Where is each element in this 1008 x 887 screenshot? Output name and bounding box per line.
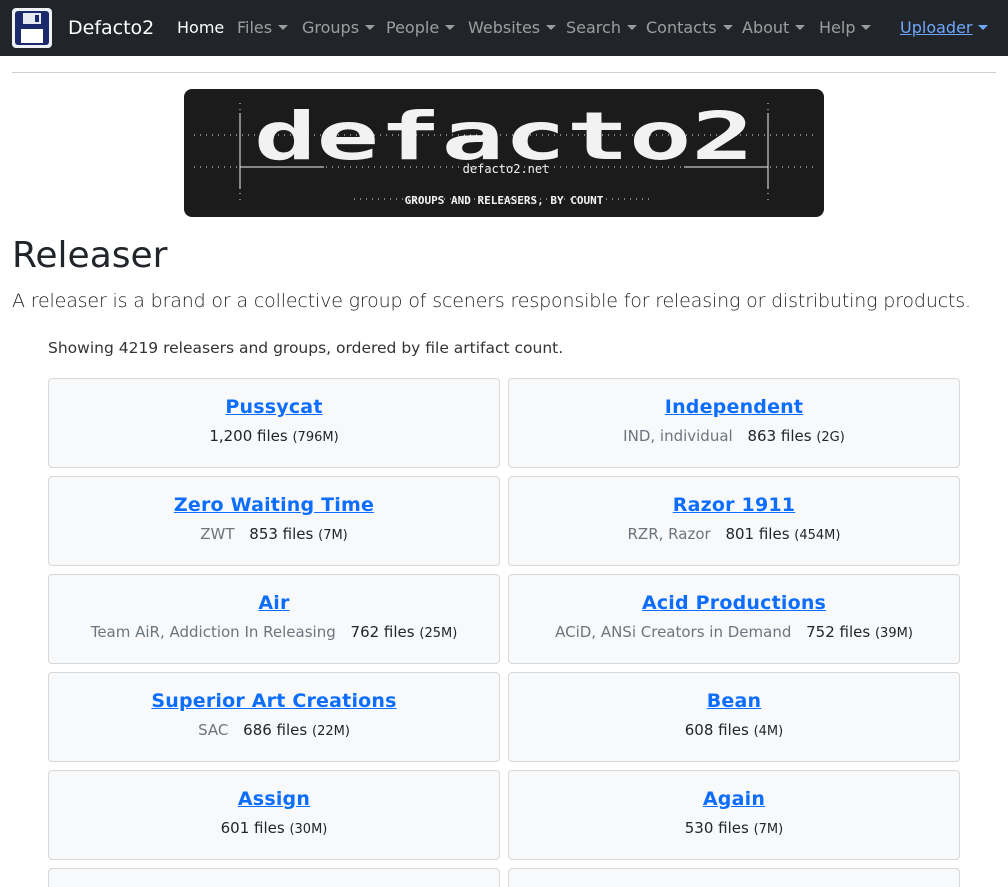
releaser-alias: ACiD, ANSi Creators in Demand <box>555 623 792 641</box>
releaser-meta: RZR, Razor 801 files (454M) <box>509 524 959 546</box>
divider <box>12 72 996 73</box>
banner-subtitle: GROUPS AND RELEASERS, BY COUNT <box>405 194 604 207</box>
releaser-card: Acid Productions ACiD, ANSi Creators in … <box>508 574 960 664</box>
releaser-alias: RZR, Razor <box>627 525 711 543</box>
nav-groups[interactable]: Groups <box>302 17 376 39</box>
file-count: 1,200 files <box>209 427 288 445</box>
releaser-meta: 601 files (30M) <box>49 818 499 840</box>
banner-url: defacto2.net <box>463 162 550 176</box>
releaser-alias: SAC <box>198 721 229 739</box>
chevron-down-icon <box>445 25 456 30</box>
chevron-down-icon <box>795 25 806 30</box>
chevron-down-icon <box>278 25 289 30</box>
nav-websites[interactable]: Websites <box>468 17 557 39</box>
releaser-meta: ZWT 853 files (7M) <box>49 524 499 546</box>
nav-search-label: Search <box>566 18 621 37</box>
releaser-link[interactable]: Razor 1911 <box>509 493 959 517</box>
file-size: (4M) <box>753 724 784 739</box>
file-size: (30M) <box>289 822 328 837</box>
releaser-meta: 608 files (4M) <box>509 720 959 742</box>
releaser-alias: ZWT <box>200 525 235 543</box>
file-count: 608 files <box>684 721 749 739</box>
releaser-card <box>48 868 500 887</box>
file-count: 801 files <box>725 525 790 543</box>
chevron-down-icon <box>861 25 872 30</box>
releaser-link[interactable]: Pussycat <box>49 395 499 419</box>
releaser-link[interactable]: Bean <box>509 689 959 713</box>
releaser-meta: SAC 686 files (22M) <box>49 720 499 742</box>
file-size: (796M) <box>292 430 339 445</box>
file-count: 863 files <box>747 427 812 445</box>
releaser-card: Air Team AiR, Addiction In Releasing 762… <box>48 574 500 664</box>
releaser-card: Razor 1911 RZR, Razor 801 files (454M) <box>508 476 960 566</box>
file-size: (7M) <box>318 528 348 543</box>
file-size: (2G) <box>816 430 845 445</box>
releaser-link[interactable]: Zero Waiting Time <box>49 493 499 517</box>
releaser-meta: ACiD, ANSi Creators in Demand 752 files … <box>509 622 959 644</box>
chevron-down-icon <box>626 25 637 30</box>
nav-people[interactable]: People <box>386 17 456 39</box>
file-count: 530 files <box>684 819 749 837</box>
releaser-alias: IND, individual <box>623 427 733 445</box>
file-size: (25M) <box>419 626 458 641</box>
nav-help[interactable]: Help <box>819 17 872 39</box>
nav-contacts-label: Contacts <box>646 18 717 37</box>
nav-help-label: Help <box>819 18 856 37</box>
releaser-link[interactable]: Acid Productions <box>509 591 959 615</box>
nav-groups-label: Groups <box>302 18 360 37</box>
releaser-link[interactable]: Again <box>509 787 959 811</box>
file-count: 686 files <box>243 721 308 739</box>
page-banner: defacto2 defacto2.net GROUPS AND RELEASE… <box>184 89 824 217</box>
nav-files[interactable]: Files <box>237 17 289 39</box>
file-count: 601 files <box>220 819 285 837</box>
file-size: (22M) <box>312 724 350 739</box>
releaser-link[interactable]: Independent <box>509 395 959 419</box>
file-size: (39M) <box>874 626 913 641</box>
releaser-card: Superior Art Creations SAC 686 files (22… <box>48 672 500 762</box>
file-count: 762 files <box>350 623 415 641</box>
releaser-alias: Team AiR, Addiction In Releasing <box>90 623 336 641</box>
releaser-link[interactable]: Superior Art Creations <box>49 689 499 713</box>
releaser-link[interactable]: Air <box>49 591 499 615</box>
nav-uploader[interactable]: Uploader <box>900 17 989 39</box>
nav-files-label: Files <box>237 18 273 37</box>
nav-websites-label: Websites <box>468 18 541 37</box>
result-count: Showing 4219 releasers and groups, order… <box>48 339 564 357</box>
navbar: Defacto2 Home Files Groups People Websit… <box>0 0 1008 56</box>
releaser-card: Again 530 files (7M) <box>508 770 960 860</box>
releaser-card <box>508 868 960 887</box>
file-size: (454M) <box>794 528 841 543</box>
releaser-meta: Team AiR, Addiction In Releasing 762 fil… <box>49 622 499 644</box>
nav-search[interactable]: Search <box>566 17 637 39</box>
chevron-down-icon <box>722 25 733 30</box>
nav-about-label: About <box>742 18 790 37</box>
page-lead: A releaser is a brand or a collective gr… <box>12 290 971 312</box>
releaser-card: Bean 608 files (4M) <box>508 672 960 762</box>
brand-name[interactable]: Defacto2 <box>68 16 154 40</box>
file-count: 853 files <box>249 525 314 543</box>
page-title: Releaser <box>12 235 168 276</box>
file-size: (7M) <box>753 822 784 837</box>
nav-about[interactable]: About <box>742 17 806 39</box>
releaser-card: Independent IND, individual 863 files (2… <box>508 378 960 468</box>
releaser-link[interactable]: Assign <box>49 787 499 811</box>
file-count: 752 files <box>806 623 871 641</box>
releaser-card: Assign 601 files (30M) <box>48 770 500 860</box>
chevron-down-icon <box>978 25 989 30</box>
releaser-meta: IND, individual 863 files (2G) <box>509 426 959 448</box>
nav-people-label: People <box>386 18 440 37</box>
nav-home[interactable]: Home <box>177 17 224 39</box>
nav-uploader-label: Uploader <box>900 18 973 37</box>
releaser-card: Zero Waiting Time ZWT 853 files (7M) <box>48 476 500 566</box>
releaser-card: Pussycat 1,200 files (796M) <box>48 378 500 468</box>
floppy-disk-icon[interactable] <box>12 8 52 48</box>
chevron-down-icon <box>546 25 557 30</box>
releaser-meta: 530 files (7M) <box>509 818 959 840</box>
nav-contacts[interactable]: Contacts <box>646 17 733 39</box>
chevron-down-icon <box>365 25 376 30</box>
releaser-meta: 1,200 files (796M) <box>49 426 499 448</box>
